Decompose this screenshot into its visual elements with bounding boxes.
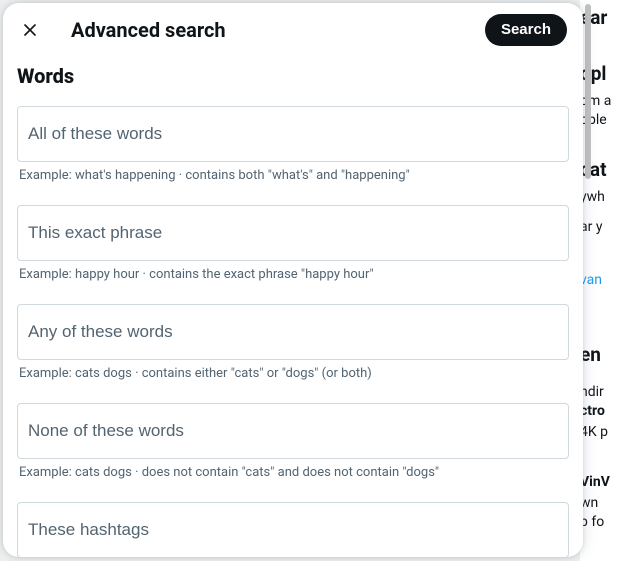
none-words-hint: Example: cats dogs · does not contain "c… bbox=[17, 465, 569, 480]
field-any-words: Example: cats dogs · contains either "ca… bbox=[17, 304, 569, 381]
modal-header: Advanced search Search bbox=[3, 3, 583, 56]
field-all-words: Example: what's happening · contains bot… bbox=[17, 106, 569, 183]
scrollbar-thumb[interactable] bbox=[585, 4, 591, 179]
close-button[interactable] bbox=[13, 13, 47, 47]
exact-phrase-hint: Example: happy hour · contains the exact… bbox=[17, 267, 569, 282]
field-hashtags bbox=[17, 502, 569, 557]
search-button[interactable]: Search bbox=[485, 14, 567, 46]
none-words-input[interactable] bbox=[17, 403, 569, 459]
close-icon bbox=[20, 20, 40, 40]
field-exact-phrase: Example: happy hour · contains the exact… bbox=[17, 205, 569, 282]
all-words-hint: Example: what's happening · contains bot… bbox=[17, 168, 569, 183]
all-words-input[interactable] bbox=[17, 106, 569, 162]
field-none-words: Example: cats dogs · does not contain "c… bbox=[17, 403, 569, 480]
hashtags-input[interactable] bbox=[17, 502, 569, 557]
modal-title: Advanced search bbox=[71, 18, 485, 42]
any-words-input[interactable] bbox=[17, 304, 569, 360]
modal-body: Words Example: what's happening · contai… bbox=[3, 56, 583, 557]
any-words-hint: Example: cats dogs · contains either "ca… bbox=[17, 366, 569, 381]
section-title-words: Words bbox=[17, 64, 569, 88]
modal-scrollbar[interactable] bbox=[583, 0, 593, 561]
advanced-search-modal: Advanced search Search Words Example: wh… bbox=[3, 3, 583, 557]
exact-phrase-input[interactable] bbox=[17, 205, 569, 261]
